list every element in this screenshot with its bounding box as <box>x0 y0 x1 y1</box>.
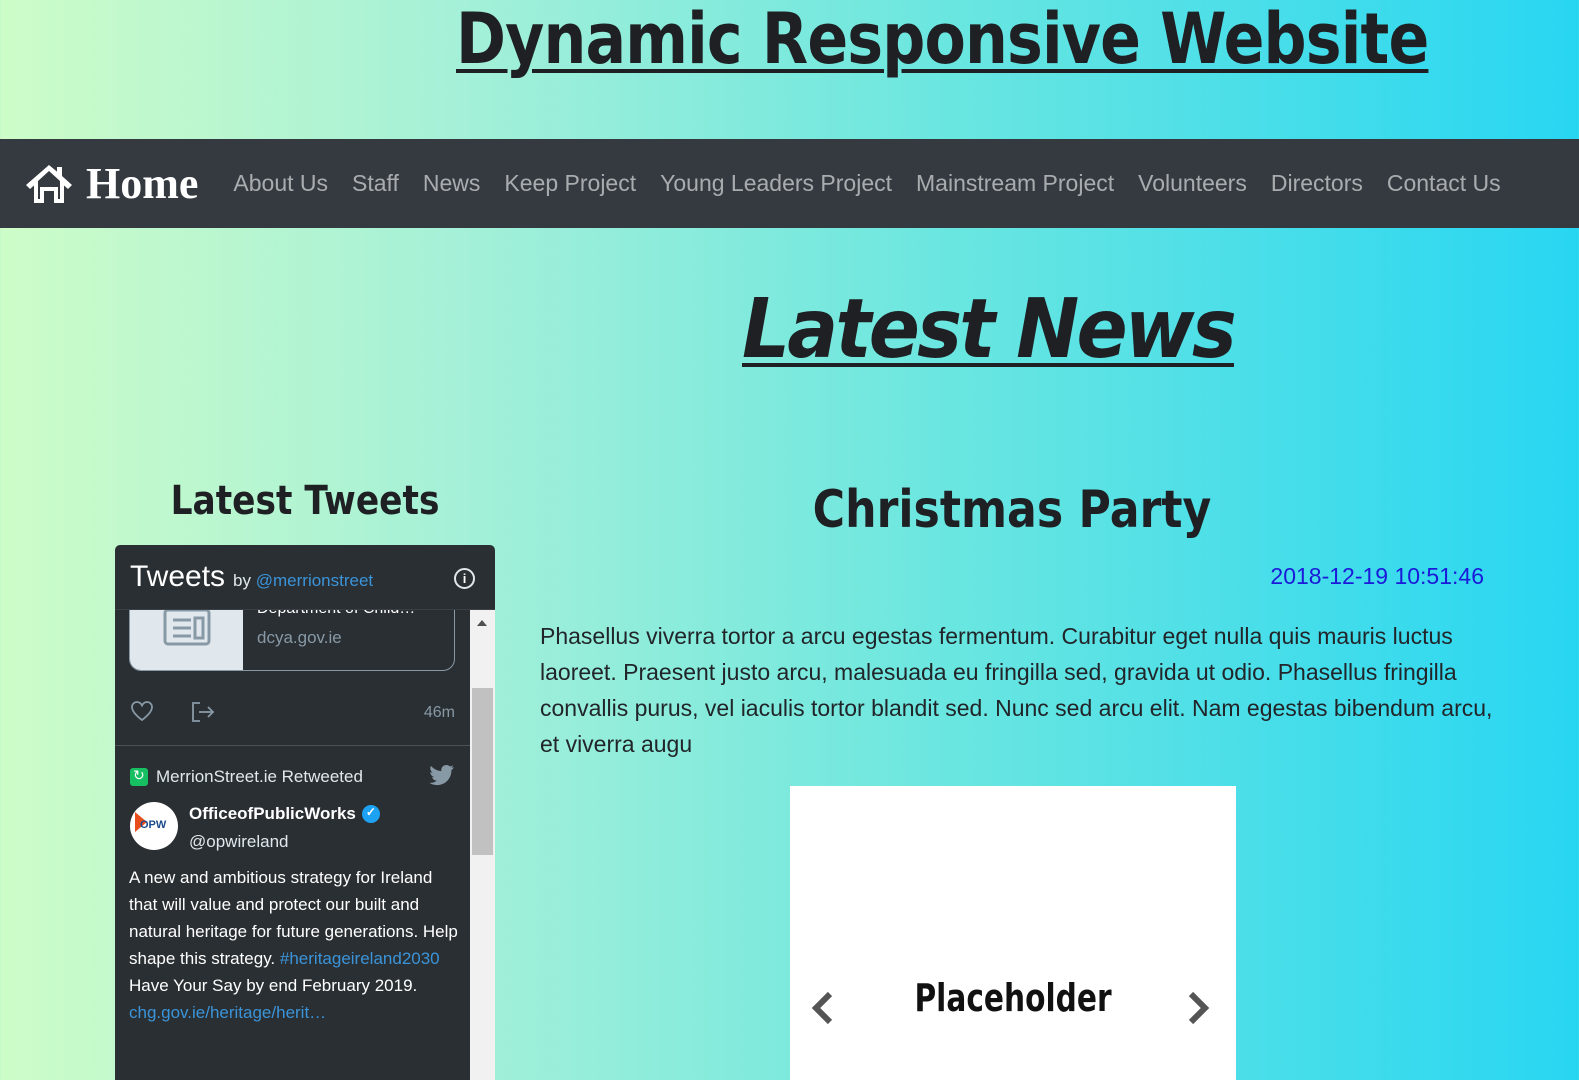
nav-item-about-us[interactable]: About Us <box>221 170 340 197</box>
retweet-label: MerrionStreet.ie Retweeted <box>156 767 363 786</box>
navbar: Home About Us Staff News Keep Project Yo… <box>0 139 1579 228</box>
twitter-account-link[interactable]: @merrionstreet <box>256 571 373 590</box>
tweet-timestamp[interactable]: 46m <box>424 704 455 722</box>
article-body: Phasellus viverra tortor a arcu egestas … <box>540 623 1493 757</box>
twitter-bird-icon[interactable] <box>429 764 455 786</box>
article-icon <box>163 610 211 646</box>
tweet-divider <box>115 745 470 746</box>
nav-item-directors[interactable]: Directors <box>1259 170 1375 197</box>
tweet-author-name[interactable]: OfficeofPublicWorks <box>189 804 380 824</box>
nav-item-mainstream-project[interactable]: Mainstream Project <box>904 170 1126 197</box>
avatar[interactable]: OPW <box>130 802 178 850</box>
twitter-widget-byline: by @merrionstreet <box>233 571 373 591</box>
tweet-link-card[interactable]: Department of Child… dcya.gov.ie <box>129 610 455 671</box>
share-icon[interactable] <box>190 700 216 724</box>
link-card-domain: dcya.gov.ie <box>257 628 342 647</box>
tweet-hashtag[interactable]: #heritageireland2030 <box>280 949 440 968</box>
article-date: 2018-12-19 10:51:46 <box>1270 563 1484 589</box>
link-card-title: Department of Child… <box>257 610 415 618</box>
tweet-author-handle[interactable]: @opwireland <box>189 832 288 852</box>
scrollbar[interactable] <box>470 610 495 1080</box>
home-icon <box>26 164 72 203</box>
nav-item-volunteers[interactable]: Volunteers <box>1126 170 1259 197</box>
info-icon[interactable]: i <box>454 568 475 589</box>
nav-item-keep-project[interactable]: Keep Project <box>492 170 648 197</box>
tweet-text: A new and ambitious strategy for Ireland… <box>129 864 459 1026</box>
scroll-thumb[interactable] <box>472 688 493 855</box>
byline-by: by <box>233 571 252 590</box>
tweets-heading: Latest Tweets <box>170 478 440 524</box>
nav-menu: About Us Staff News Keep Project Young L… <box>221 170 1512 197</box>
tweet-actions: 46m <box>130 700 455 730</box>
scroll-up-arrow[interactable] <box>477 620 487 626</box>
carousel-placeholder: Placeholder <box>914 976 1112 1020</box>
tweet-text-part2: Have Your Say by end February 2019. <box>129 976 418 995</box>
nav-item-staff[interactable]: Staff <box>340 170 411 197</box>
nav-item-young-leaders-project[interactable]: Young Leaders Project <box>648 170 904 197</box>
twitter-timeline-widget: Tweets by @merrionstreet i Department of… <box>115 545 495 1080</box>
twitter-widget-header: Tweets by @merrionstreet i <box>115 545 495 610</box>
retweet-indicator: MerrionStreet.ie Retweeted <box>130 767 363 787</box>
page-heading: Latest News <box>742 282 1237 377</box>
article-title: Christmas Party <box>812 480 1212 540</box>
verified-icon <box>361 805 380 823</box>
author-name-text: OfficeofPublicWorks <box>189 804 356 823</box>
heart-icon[interactable] <box>130 700 154 722</box>
twitter-timeline-body[interactable]: Department of Child… dcya.gov.ie 46m Mer… <box>115 610 470 1080</box>
avatar-logo-text: OPW <box>140 819 167 831</box>
image-carousel: Placeholder <box>790 786 1236 1080</box>
tweet-link[interactable]: chg.gov.ie/heritage/herit… <box>129 1003 326 1022</box>
nav-item-contact-us[interactable]: Contact Us <box>1375 170 1513 197</box>
nav-item-news[interactable]: News <box>411 170 493 197</box>
chevron-left-icon[interactable] <box>808 990 836 1026</box>
chevron-right-icon[interactable] <box>1185 990 1213 1026</box>
twitter-widget-title: Tweets <box>130 560 226 593</box>
link-card-thumbnail <box>130 610 243 670</box>
home-brand-link[interactable]: Home <box>24 158 198 209</box>
retweet-icon <box>130 767 148 786</box>
brand-label: Home <box>86 159 199 208</box>
site-title: Dynamic Responsive Website <box>456 0 1429 80</box>
